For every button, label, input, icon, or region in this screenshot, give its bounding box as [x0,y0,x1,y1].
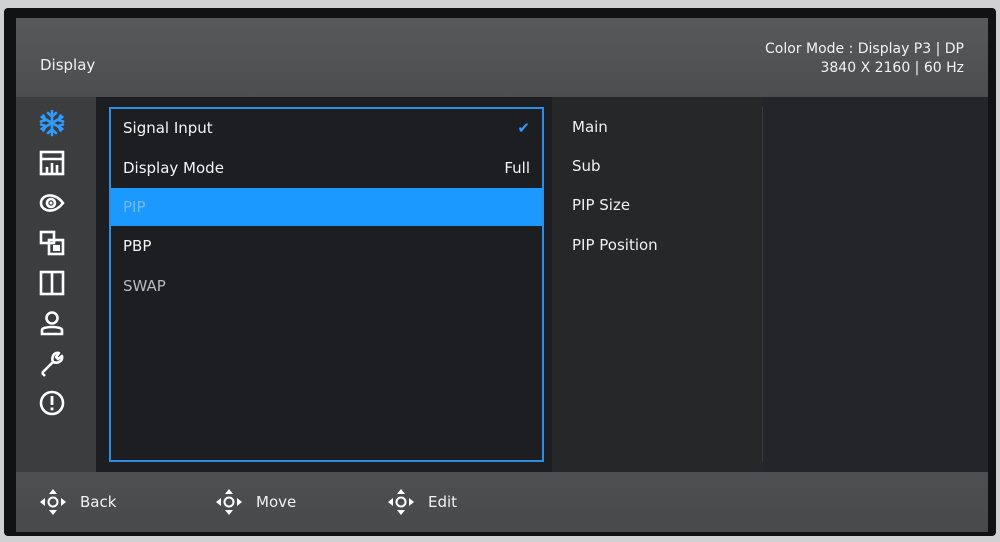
menu-item-value: Full [504,159,530,177]
submenu-item-sub[interactable]: Sub [572,157,601,175]
menu-item-display-mode[interactable]: Display Mode Full [111,149,542,187]
menu-panel: Signal Input ✔ Display Mode Full PIP PBP… [96,97,552,472]
check-icon: ✔ [517,119,530,137]
menu-item-label: PIP [123,198,146,216]
submenu-item-pip-size[interactable]: PIP Size [572,196,630,214]
osd-header: Display Color Mode : Display P3 | DP 384… [16,18,988,97]
menu-item-pbp[interactable]: PBP [111,227,542,265]
resolution-status: 3840 X 2160 | 60 Hz [820,60,964,76]
status-info: Color Mode : Display P3 | DP 3840 X 2160… [765,40,964,78]
menu-item-label: Signal Input [123,119,213,137]
pip-icon[interactable] [38,229,66,257]
joystick-icon [216,489,242,515]
back-hint[interactable]: Back [38,472,116,532]
sidebar [16,97,96,472]
move-label: Move [256,493,297,511]
menu-item-swap: SWAP [111,267,542,305]
submenu-item-pip-position[interactable]: PIP Position [572,236,658,254]
joystick-icon [388,489,414,515]
menu-item-pip[interactable]: PIP [111,188,542,226]
menu-item-label: Display Mode [123,159,224,177]
user-icon[interactable] [38,309,66,337]
edit-label: Edit [428,493,458,511]
osd-footer: Back Move Edit [16,472,988,532]
edit-hint[interactable]: Edit [386,472,457,532]
content-area: Signal Input ✔ Display Mode Full PIP PBP… [96,97,988,472]
submenu-panel: Main Sub PIP Size PIP Position [552,97,764,472]
info-icon[interactable] [38,389,66,417]
submenu-item-main[interactable]: Main [572,118,608,136]
color-mode-status: Color Mode : Display P3 | DP [764,41,964,57]
picture-icon[interactable] [38,149,66,177]
layout-icon[interactable] [38,269,66,297]
menu-item-signal-input[interactable]: Signal Input ✔ [111,109,542,147]
page-title: Display [40,56,96,74]
joystick-icon [40,489,66,515]
back-label: Back [80,493,117,511]
menu-list: Signal Input ✔ Display Mode Full PIP PBP… [109,107,544,462]
detail-panel [763,97,988,472]
wrench-icon[interactable] [38,349,66,377]
osd-window: Display Color Mode : Display P3 | DP 384… [16,18,988,532]
color-icon[interactable] [38,189,66,217]
move-hint[interactable]: Move [214,472,296,532]
input-snowflake-icon[interactable] [38,109,66,137]
menu-item-label: SWAP [123,277,166,295]
menu-item-label: PBP [123,237,152,255]
